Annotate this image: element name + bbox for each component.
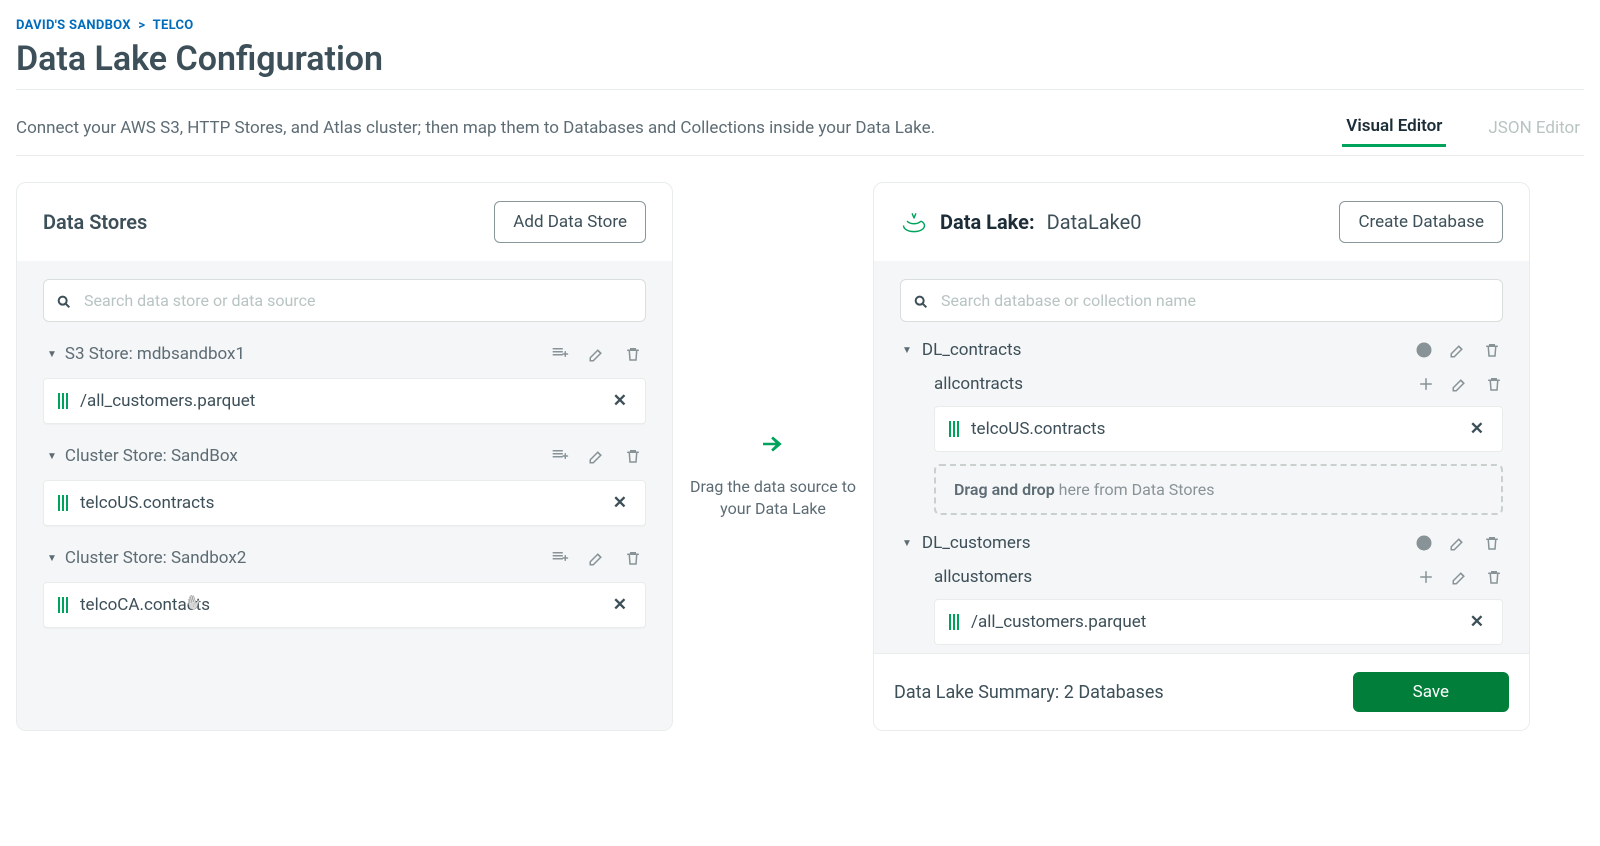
dropzone[interactable]: Drag and drop here from Data Stores xyxy=(934,464,1503,515)
drag-hint-line2: your Data Lake xyxy=(690,498,856,520)
arrow-right-icon xyxy=(758,422,788,462)
data-stores-heading: Data Stores xyxy=(43,210,147,234)
trash-icon[interactable] xyxy=(624,447,642,465)
add-source-icon[interactable] xyxy=(1417,568,1435,586)
data-lake-name: DataLake0 xyxy=(1047,210,1142,234)
data-source-name: telcoUS.contracts xyxy=(80,493,214,513)
caret-down-icon: ▼ xyxy=(902,538,912,549)
store-toggle[interactable]: ▼ S3 Store: mdbsandbox1 xyxy=(47,344,245,364)
data-source-chip[interactable]: telcoCA.contacts ✕ xyxy=(43,582,646,628)
data-lake-panel: Data Lake: DataLake0 Create Database ▼ D… xyxy=(873,182,1530,731)
page-description: Connect your AWS S3, HTTP Stores, and At… xyxy=(16,118,935,138)
breadcrumb-root[interactable]: DAVID'S SANDBOX xyxy=(16,18,131,33)
trash-icon[interactable] xyxy=(624,549,642,567)
data-source-name: telcoCA.contacts xyxy=(80,595,210,615)
search-icon xyxy=(56,291,72,310)
breadcrumb-sep: > xyxy=(138,18,145,33)
store-toggle[interactable]: ▼ Cluster Store: Sandbox2 xyxy=(47,548,246,568)
remove-source-icon[interactable]: ✕ xyxy=(609,595,631,615)
drag-hint-line1: Drag the data source to xyxy=(690,476,856,498)
edit-icon[interactable] xyxy=(1451,568,1469,586)
add-source-icon[interactable] xyxy=(550,447,570,465)
mapped-source-name: /all_customers.parquet xyxy=(971,612,1146,632)
database-toggle[interactable]: ▼ DL_contracts xyxy=(902,340,1021,360)
caret-down-icon: ▼ xyxy=(47,553,57,564)
trash-icon[interactable] xyxy=(1485,568,1503,586)
drag-handle-icon[interactable] xyxy=(949,614,959,630)
mapped-source-chip[interactable]: telcoUS.contracts ✕ xyxy=(934,406,1503,452)
search-icon xyxy=(913,291,929,310)
collection-name: allcontracts xyxy=(934,374,1023,394)
drag-handle-icon[interactable] xyxy=(58,495,68,511)
data-lake-label: Data Lake: xyxy=(940,210,1035,234)
search-database-input[interactable] xyxy=(939,290,1490,311)
data-source-chip[interactable]: telcoUS.contracts ✕ xyxy=(43,480,646,526)
add-source-icon[interactable] xyxy=(550,549,570,567)
create-database-button[interactable]: Create Database xyxy=(1339,201,1503,243)
data-lake-icon xyxy=(900,208,928,236)
divider xyxy=(16,89,1584,90)
add-source-icon[interactable] xyxy=(550,345,570,363)
trash-icon[interactable] xyxy=(1483,341,1501,359)
edit-icon[interactable] xyxy=(588,549,606,567)
edit-icon[interactable] xyxy=(588,345,606,363)
data-stores-panel: Data Stores Add Data Store ▼ S3 Store: m… xyxy=(16,182,673,731)
edit-icon[interactable] xyxy=(1449,534,1467,552)
store-label: Cluster Store: Sandbox2 xyxy=(65,548,246,568)
divider xyxy=(16,155,1584,156)
database-name: DL_customers xyxy=(922,533,1031,553)
add-collection-icon[interactable] xyxy=(1415,534,1433,552)
database-name: DL_contracts xyxy=(922,340,1021,360)
caret-down-icon: ▼ xyxy=(47,349,57,360)
add-collection-icon[interactable] xyxy=(1415,341,1433,359)
mapped-source-chip[interactable]: /all_customers.parquet ✕ xyxy=(934,599,1503,645)
search-data-store[interactable] xyxy=(43,279,646,322)
trash-icon[interactable] xyxy=(1483,534,1501,552)
add-data-store-button[interactable]: Add Data Store xyxy=(494,201,646,243)
save-button[interactable]: Save xyxy=(1353,672,1509,712)
trash-icon[interactable] xyxy=(624,345,642,363)
page-title: Data Lake Configuration xyxy=(16,39,1584,79)
drag-handle-icon[interactable] xyxy=(58,597,68,613)
data-lake-summary: Data Lake Summary: 2 Databases xyxy=(894,682,1164,703)
store-label: Cluster Store: SandBox xyxy=(65,446,238,466)
trash-icon[interactable] xyxy=(1485,375,1503,393)
search-data-store-input[interactable] xyxy=(82,290,633,311)
caret-down-icon: ▼ xyxy=(902,345,912,356)
drag-hint-area: Drag the data source to your Data Lake xyxy=(673,182,873,731)
collection-name: allcustomers xyxy=(934,567,1032,587)
edit-icon[interactable] xyxy=(588,447,606,465)
database-toggle[interactable]: ▼ DL_customers xyxy=(902,533,1030,553)
tab-visual-editor[interactable]: Visual Editor xyxy=(1342,108,1446,147)
add-source-icon[interactable] xyxy=(1417,375,1435,393)
remove-mapped-source-icon[interactable]: ✕ xyxy=(1466,612,1488,632)
tab-json-editor[interactable]: JSON Editor xyxy=(1484,110,1584,146)
edit-icon[interactable] xyxy=(1449,341,1467,359)
data-source-name: /all_customers.parquet xyxy=(80,391,255,411)
remove-source-icon[interactable]: ✕ xyxy=(609,493,631,513)
breadcrumb-leaf[interactable]: TELCO xyxy=(153,18,194,33)
editor-tabs: Visual Editor JSON Editor xyxy=(1342,108,1584,147)
caret-down-icon: ▼ xyxy=(47,451,57,462)
store-toggle[interactable]: ▼ Cluster Store: SandBox xyxy=(47,446,238,466)
mapped-source-name: telcoUS.contracts xyxy=(971,419,1105,439)
edit-icon[interactable] xyxy=(1451,375,1469,393)
breadcrumb[interactable]: DAVID'S SANDBOX > TELCO xyxy=(16,18,1584,33)
remove-source-icon[interactable]: ✕ xyxy=(609,391,631,411)
drag-handle-icon[interactable] xyxy=(58,393,68,409)
drag-handle-icon[interactable] xyxy=(949,421,959,437)
remove-mapped-source-icon[interactable]: ✕ xyxy=(1466,419,1488,439)
store-label: S3 Store: mdbsandbox1 xyxy=(65,344,245,364)
search-database[interactable] xyxy=(900,279,1503,322)
data-source-chip[interactable]: /all_customers.parquet ✕ xyxy=(43,378,646,424)
